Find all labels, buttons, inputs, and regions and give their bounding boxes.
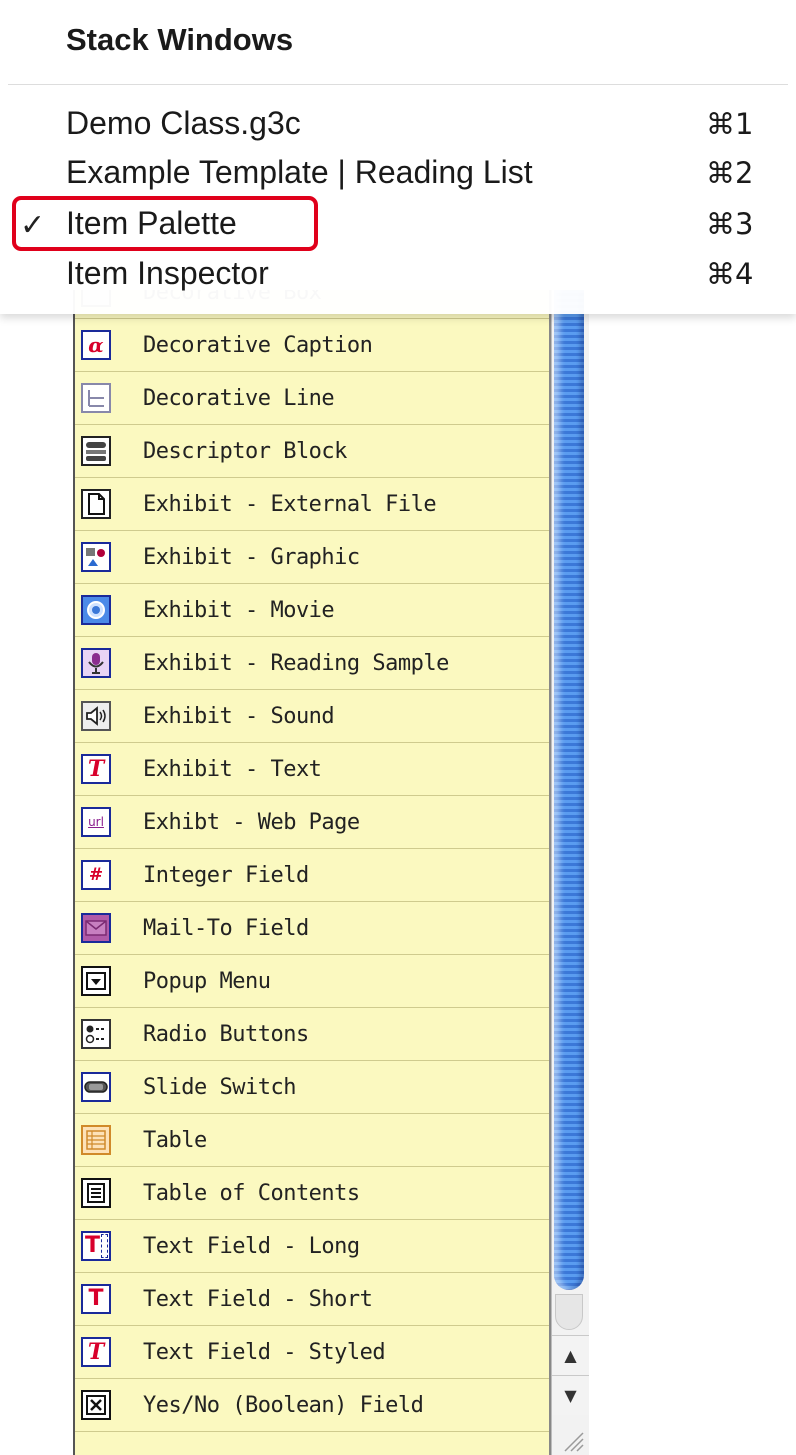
palette-item-label: Table of Contents <box>143 1181 360 1206</box>
hash-icon: # <box>81 860 111 890</box>
palette-item-decorative-line[interactable]: Decorative Line <box>75 372 549 425</box>
palette-item-descriptor-block[interactable]: Descriptor Block <box>75 425 549 478</box>
palette-item-label: Table <box>143 1128 207 1153</box>
palette-item-label: Yes/No (Boolean) Field <box>143 1393 424 1418</box>
text-short-icon: T <box>81 1284 111 1314</box>
palette-item-label: Exhibit - Sound <box>143 704 335 729</box>
line-icon <box>81 383 111 413</box>
file-icon <box>81 489 111 519</box>
palette-item-label: Exhibt - Web Page <box>143 810 360 835</box>
menu-title: Stack Windows <box>66 22 294 57</box>
palette-item-label: Text Field - Short <box>143 1287 373 1312</box>
palette-item-exhibit-reading-sample[interactable]: Exhibit - Reading Sample <box>75 637 549 690</box>
palette-item-label: Exhibit - Reading Sample <box>143 651 449 676</box>
palette-item-decorative-caption[interactable]: α Decorative Caption <box>75 319 549 372</box>
text-styled-icon: T <box>81 1337 111 1367</box>
menu-separator <box>8 84 788 85</box>
speaker-icon <box>81 701 111 731</box>
palette-item-label: Slide Switch <box>143 1075 296 1100</box>
palette-item-boolean-field[interactable]: Yes/No (Boolean) Field <box>75 1379 549 1432</box>
vertical-scrollbar[interactable]: ▲ ▼ <box>551 290 589 1455</box>
palette-item-exhibit-web-page[interactable]: url Exhibt - Web Page <box>75 796 549 849</box>
scrollbar-thumb[interactable] <box>554 290 584 1290</box>
menu-shortcut: ⌘1 <box>706 107 754 141</box>
palette-item-slide-switch[interactable]: Slide Switch <box>75 1061 549 1114</box>
menu-shortcut: ⌘4 <box>706 257 754 291</box>
palette-item-label: Descriptor Block <box>143 439 347 464</box>
palette-item-table-of-contents[interactable]: Table of Contents <box>75 1167 549 1220</box>
palette-item-mail-to-field[interactable]: Mail-To Field <box>75 902 549 955</box>
graphic-icon <box>81 542 111 572</box>
palette-item-exhibit-graphic[interactable]: Exhibit - Graphic <box>75 531 549 584</box>
palette-item-label: Exhibit - Text <box>143 757 322 782</box>
palette-item-label: Radio Buttons <box>143 1022 309 1047</box>
palette-item-text-field-short[interactable]: T Text Field - Short <box>75 1273 549 1326</box>
palette-item-label: Exhibit - Graphic <box>143 545 360 570</box>
palette-item-exhibit-external-file[interactable]: Exhibit - External File <box>75 478 549 531</box>
menu-item-item-inspector[interactable]: Item Inspector <box>66 255 269 292</box>
url-icon: url <box>81 807 111 837</box>
palette-item-label: Text Field - Styled <box>143 1340 386 1365</box>
palette-item-label: Exhibit - Movie <box>143 598 335 623</box>
resize-grip-icon[interactable] <box>557 1425 585 1453</box>
menu-shortcut: ⌘3 <box>706 207 754 241</box>
popup-icon <box>81 966 111 996</box>
checkbox-x-icon <box>81 1390 111 1420</box>
scroll-down-arrow-icon[interactable]: ▼ <box>552 1375 589 1415</box>
palette-item-label: Text Field - Long <box>143 1234 360 1259</box>
palette-item-label: Mail-To Field <box>143 916 309 941</box>
palette-item-exhibit-sound[interactable]: Exhibit - Sound <box>75 690 549 743</box>
stack-windows-menu: Stack Windows Demo Class.g3c ⌘1 Example … <box>0 0 796 314</box>
alpha-caption-icon: α <box>81 330 111 360</box>
movie-icon <box>81 595 111 625</box>
palette-item-popup-menu[interactable]: Popup Menu <box>75 955 549 1008</box>
palette-item-label: Popup Menu <box>143 969 271 994</box>
palette-item-label: Integer Field <box>143 863 309 888</box>
contents-icon <box>81 1178 111 1208</box>
selection-highlight <box>12 196 318 251</box>
palette-item-text-field-long[interactable]: T Text Field - Long <box>75 1220 549 1273</box>
item-palette-list: Decorative Box α Decorative Caption Deco… <box>73 290 551 1455</box>
palette-item-label: Exhibit - External File <box>143 492 437 517</box>
text-t-icon: T <box>81 754 111 784</box>
palette-item-label: Decorative Caption <box>143 333 373 358</box>
scroll-up-arrow-icon[interactable]: ▲ <box>552 1335 589 1375</box>
table-icon <box>81 1125 111 1155</box>
palette-item-table[interactable]: Table <box>75 1114 549 1167</box>
menu-item-demo-class[interactable]: Demo Class.g3c <box>66 105 301 142</box>
text-long-icon: T <box>81 1231 111 1261</box>
descriptor-block-icon <box>81 436 111 466</box>
palette-item-exhibit-text[interactable]: T Exhibit - Text <box>75 743 549 796</box>
palette-item-radio-buttons[interactable]: Radio Buttons <box>75 1008 549 1061</box>
radio-icon <box>81 1019 111 1049</box>
palette-item-label: Decorative Line <box>143 386 335 411</box>
slide-switch-icon <box>81 1072 111 1102</box>
envelope-icon <box>81 913 111 943</box>
menu-item-example-template[interactable]: Example Template | Reading List <box>66 154 533 191</box>
palette-item-exhibit-movie[interactable]: Exhibit - Movie <box>75 584 549 637</box>
palette-item-integer-field[interactable]: # Integer Field <box>75 849 549 902</box>
microphone-icon <box>81 648 111 678</box>
scrollbar-track[interactable] <box>555 1294 583 1330</box>
menu-shortcut: ⌘2 <box>706 156 754 190</box>
palette-item-text-field-styled[interactable]: T Text Field - Styled <box>75 1326 549 1379</box>
